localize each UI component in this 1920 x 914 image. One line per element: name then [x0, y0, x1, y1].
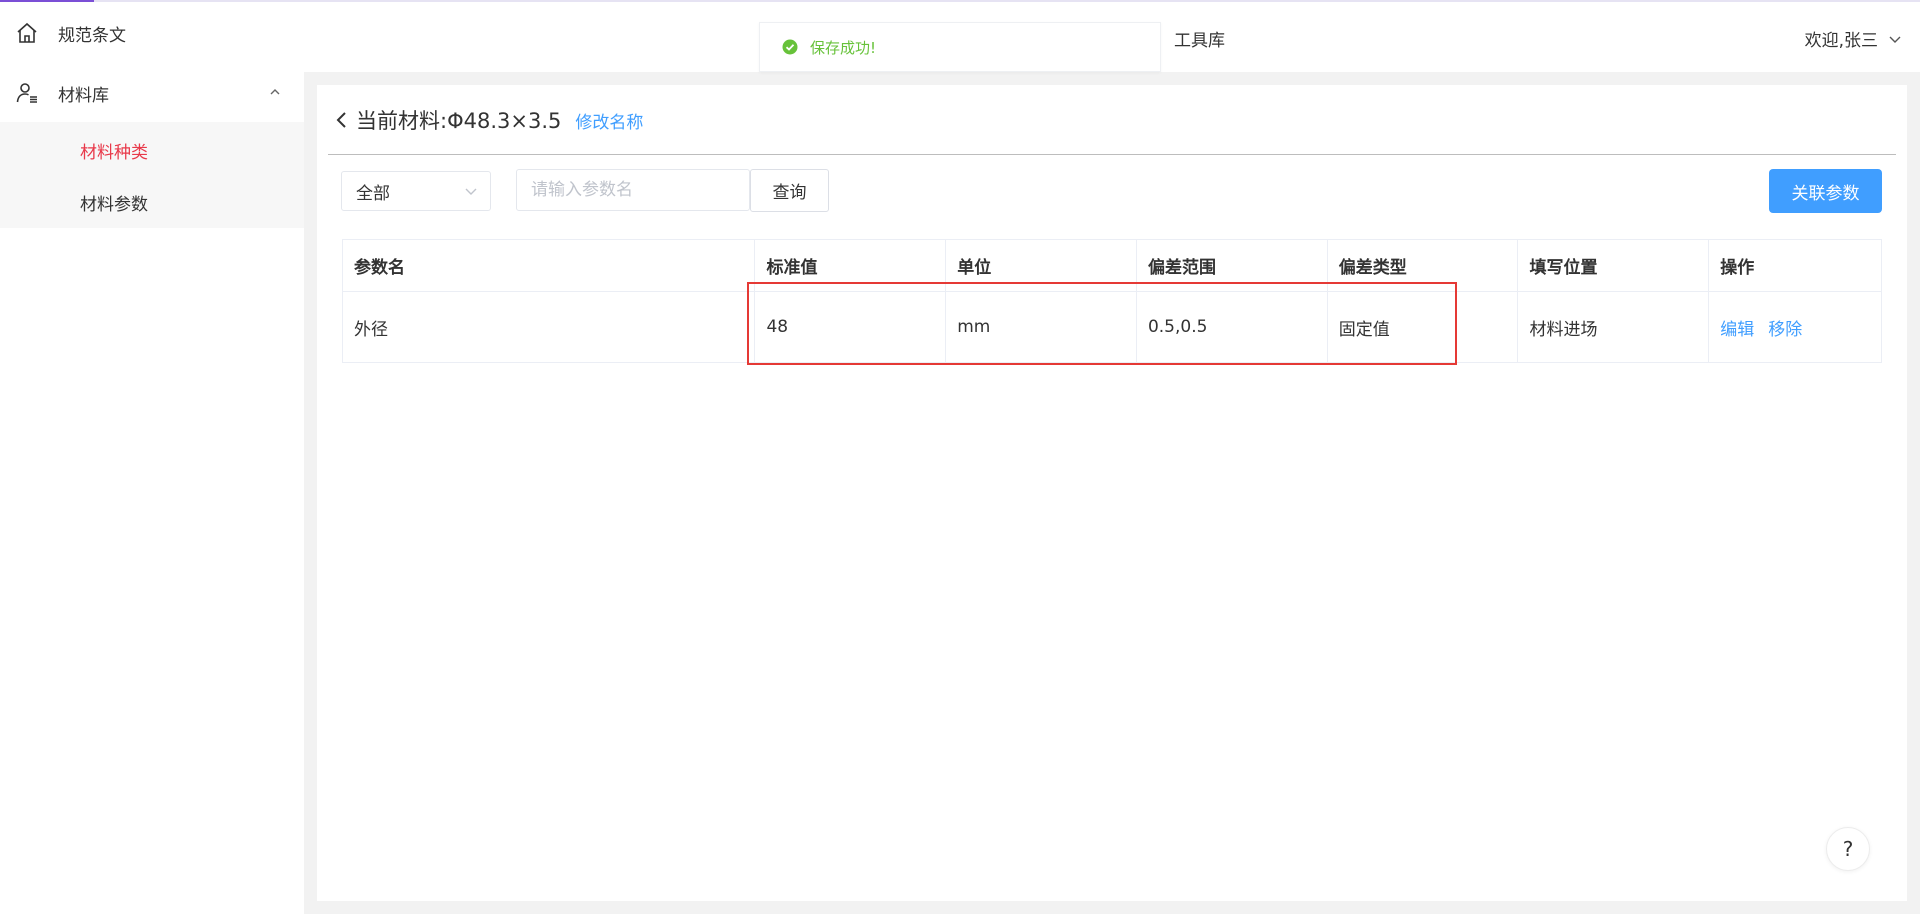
page-title: 当前材料:Φ48.3×3.5	[356, 109, 562, 133]
chevron-down-icon	[1889, 36, 1901, 43]
category-select[interactable]: 全部	[341, 171, 491, 211]
page-header: 当前材料:Φ48.3×3.5 修改名称	[334, 104, 643, 136]
cell-fill-position: 材料进场	[1518, 292, 1710, 362]
column-header: 单位	[946, 240, 1137, 291]
header-tool-library[interactable]: 工具库	[1174, 26, 1225, 51]
edit-link[interactable]: 编辑	[1720, 315, 1754, 340]
sidebar-item-regulations[interactable]: 规范条文	[0, 12, 304, 54]
cell-tolerance-type: 固定值	[1328, 292, 1519, 362]
column-header: 偏差范围	[1137, 240, 1328, 291]
column-header: 操作	[1720, 258, 1755, 278]
rename-link[interactable]: 修改名称	[575, 108, 643, 133]
cell-actions: 编辑 移除	[1709, 292, 1881, 362]
column-header: 填写位置	[1518, 240, 1710, 291]
user-greeting: 欢迎,张三	[1804, 31, 1878, 51]
chevron-left-icon	[336, 112, 346, 128]
sidebar-item-material-types[interactable]: 材料种类	[80, 138, 148, 163]
cell-standard-value: 48	[755, 292, 947, 362]
help-icon: ?	[1842, 837, 1854, 861]
link-params-button[interactable]: 关联参数	[1769, 169, 1882, 213]
sidebar-item-label: 规范条文	[58, 25, 126, 46]
select-value: 全部	[356, 183, 390, 204]
param-search-input[interactable]	[516, 169, 750, 211]
cell-param-name: 外径	[343, 292, 756, 362]
column-header: 偏差类型	[1328, 240, 1519, 291]
remove-link[interactable]: 移除	[1768, 315, 1802, 340]
table-row: 外径 48 mm 0.5,0.5 固定值 材料进场 编辑 移除	[343, 292, 1881, 362]
user-menu[interactable]: 欢迎,张三	[1805, 26, 1902, 51]
check-circle-icon	[782, 39, 798, 55]
cell-unit: mm	[946, 292, 1137, 362]
column-header: 标准值	[755, 240, 947, 291]
success-toast: 保存成功!	[759, 22, 1161, 72]
sidebar-item-material-library[interactable]: 材料库	[0, 72, 304, 114]
chevron-down-icon	[465, 188, 477, 195]
query-button[interactable]: 查询	[750, 169, 829, 212]
cell-tolerance-range: 0.5,0.5	[1137, 292, 1328, 362]
column-header: 参数名	[343, 240, 756, 291]
divider	[328, 154, 1896, 155]
sidebar: 规范条文 材料库 材料种类 材料参数	[0, 2, 304, 914]
toast-message: 保存成功!	[810, 38, 877, 57]
home-icon	[14, 20, 40, 46]
table-header-row: 参数名 标准值 单位 偏差范围 偏差类型 填写位置 操作	[343, 240, 1881, 292]
help-button[interactable]: ?	[1826, 827, 1870, 871]
chevron-up-icon	[268, 84, 282, 103]
back-button[interactable]	[334, 110, 350, 130]
params-table: 参数名 标准值 单位 偏差范围 偏差类型 填写位置 操作 外径 48 mm 0.…	[342, 239, 1882, 363]
submenu-material-library: 材料种类 材料参数	[0, 122, 304, 228]
sidebar-item-label: 材料库	[58, 85, 109, 106]
sidebar-item-material-params[interactable]: 材料参数	[80, 190, 148, 215]
user-list-icon	[14, 80, 40, 106]
